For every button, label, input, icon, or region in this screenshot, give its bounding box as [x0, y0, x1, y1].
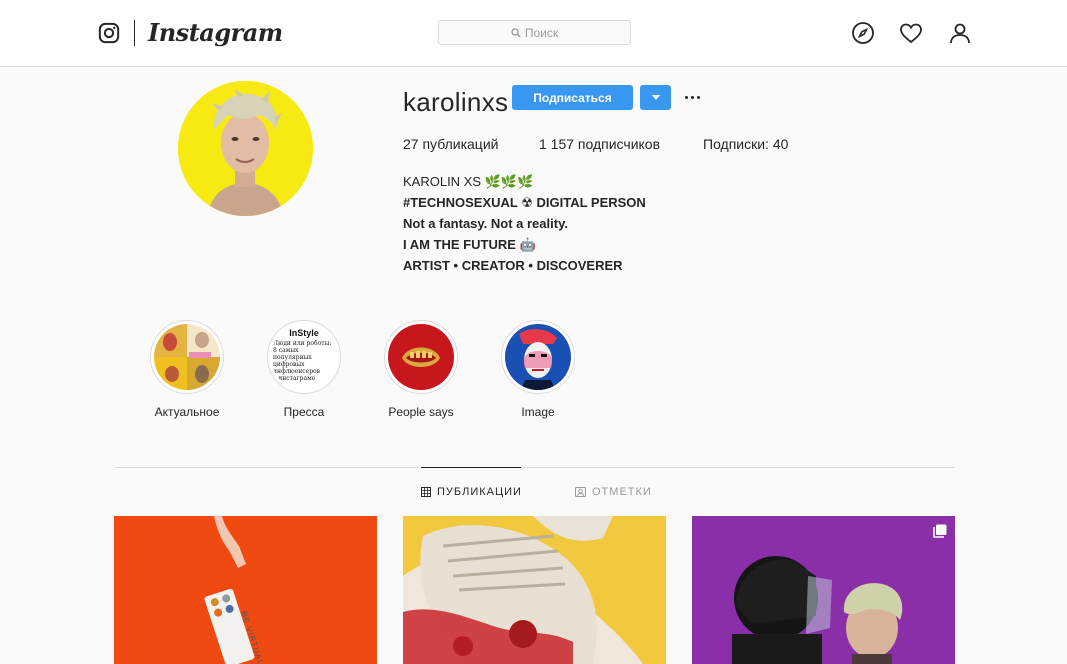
logo-divider: [134, 20, 135, 46]
tabs-divider: [114, 467, 955, 468]
dot-icon: [684, 95, 688, 99]
highlight-item[interactable]: Актуальное: [132, 320, 242, 419]
instagram-camera-icon[interactable]: [98, 22, 120, 44]
posts-count: 27 публикаций: [403, 136, 499, 152]
instagram-wordmark[interactable]: Instagram: [148, 18, 283, 47]
follow-button[interactable]: Подписаться: [512, 85, 633, 110]
followers-count[interactable]: 1 157 подписчиков: [539, 136, 660, 152]
highlight-ring: InStyle Люди или роботы: 8 самых популяр…: [267, 320, 341, 394]
following-count[interactable]: Подписки: 40: [703, 136, 788, 152]
post-image: [692, 516, 955, 664]
highlight-label: Актуальное: [154, 405, 220, 419]
profile-username: karolinxs: [403, 87, 509, 117]
highlight-cover-image: [154, 324, 220, 390]
press-headline-line: цифровых: [273, 361, 305, 368]
more-options-button[interactable]: [683, 89, 701, 105]
search-icon: [511, 27, 521, 38]
post-thumbnail[interactable]: [692, 516, 955, 664]
press-headline-line: инфлюенсеров: [273, 368, 321, 375]
bio-line: #TECHNOSEXUAL ☢ DIGITAL PERSON: [403, 195, 646, 210]
search-placeholder: Поиск: [524, 25, 559, 40]
bio-line: ARTIST • CREATOR • DISCOVERER: [403, 258, 623, 273]
avatar-portrait-image: [178, 81, 313, 216]
highlight-ring: [501, 320, 575, 394]
tab-tagged[interactable]: ОТМЕТКИ: [575, 486, 652, 498]
tab-posts-label: ПУБЛИКАЦИИ: [437, 486, 522, 498]
highlight-cover-image: [505, 324, 571, 390]
search-input[interactable]: Поиск: [438, 20, 631, 45]
grid-icon: [421, 487, 431, 497]
profile-user-icon[interactable]: [948, 21, 972, 45]
post-image: [403, 516, 666, 664]
press-headline-line: популярных: [273, 354, 312, 361]
profile-bio: KAROLIN XS 🌿🌿🌿 #TECHNOSEXUAL ☢ DIGITAL P…: [403, 171, 646, 276]
press-headline-line: в инстаграме: [273, 375, 316, 382]
highlight-ring: [150, 320, 224, 394]
active-tab-indicator: [421, 467, 521, 468]
carousel-multiple-icon: [933, 524, 947, 538]
tab-tagged-label: ОТМЕТКИ: [592, 486, 652, 498]
post-thumbnail[interactable]: BE VIRTUAL: [114, 516, 377, 664]
highlight-item[interactable]: InStyle Люди или роботы: 8 самых популяр…: [249, 320, 359, 419]
highlight-item[interactable]: People says: [366, 320, 476, 419]
highlight-label: Image: [521, 405, 555, 419]
highlight-ring: [384, 320, 458, 394]
highlight-cover-image: [388, 324, 454, 390]
press-headline: Люди или роботы: 8 самых популярных цифр…: [273, 340, 335, 382]
bio-line: Not a fantasy. Not a reality.: [403, 216, 568, 231]
explore-compass-icon[interactable]: [851, 21, 875, 45]
suggested-dropdown-button[interactable]: [640, 85, 671, 110]
tagged-portrait-icon: [575, 487, 586, 497]
caret-down-icon: [651, 95, 660, 100]
highlight-label: People says: [388, 405, 454, 419]
press-brand-text: InStyle: [289, 328, 319, 338]
top-nav-bar: Instagram Поиск: [0, 0, 1067, 67]
press-headline-line: Люди или роботы:: [273, 340, 332, 347]
tab-posts[interactable]: ПУБЛИКАЦИИ: [421, 486, 522, 498]
dot-icon: [690, 95, 694, 99]
highlight-label: Пресса: [283, 405, 325, 419]
heart-icon[interactable]: [899, 21, 923, 45]
dot-icon: [696, 95, 700, 99]
profile-avatar[interactable]: [178, 81, 313, 216]
highlight-item[interactable]: Image: [483, 320, 593, 419]
bio-full-name: KAROLIN XS 🌿🌿🌿: [403, 174, 534, 189]
bio-line: I AM THE FUTURE 🤖: [403, 237, 536, 252]
post-image: [114, 516, 377, 664]
press-headline-line: 8 самых: [273, 347, 299, 354]
post-thumbnail[interactable]: [403, 516, 666, 664]
highlight-cover-image: InStyle Люди или роботы: 8 самых популяр…: [271, 324, 337, 390]
